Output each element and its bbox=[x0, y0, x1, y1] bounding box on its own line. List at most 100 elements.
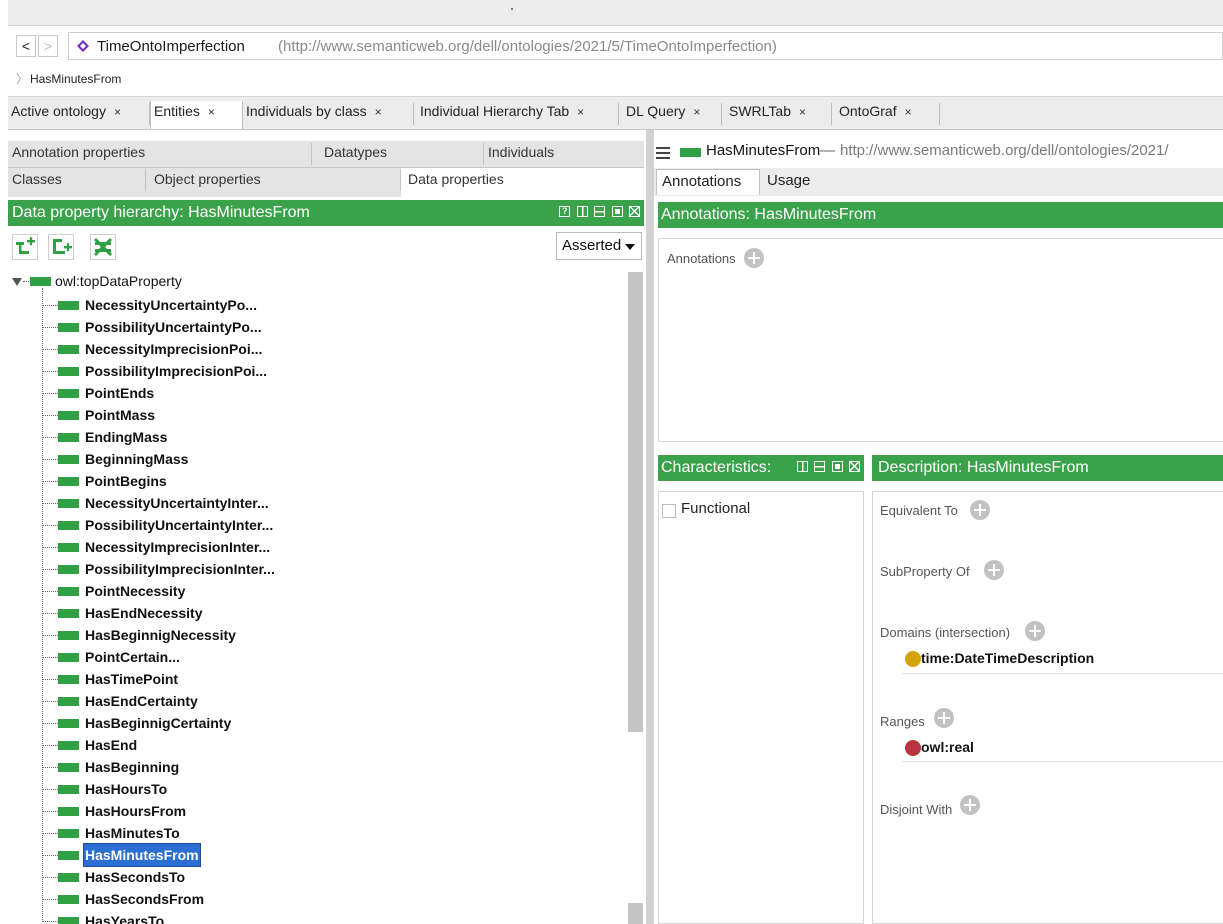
tree-item-label: HasMinutesFrom bbox=[83, 843, 201, 867]
breadcrumb[interactable]: 〉 HasMinutesFrom bbox=[16, 70, 121, 87]
add-sibling-property-icon[interactable] bbox=[48, 234, 74, 260]
expand-triangle-icon[interactable] bbox=[12, 278, 22, 287]
tab-swrltab[interactable]: SWRLTab × bbox=[728, 103, 806, 127]
data-property-icon bbox=[58, 850, 79, 860]
tree-item[interactable]: NecessityUncertaintyPo... bbox=[58, 294, 258, 316]
tree-item[interactable]: PossibilityUncertaintyInter... bbox=[58, 514, 274, 536]
tab-close-icon[interactable]: × bbox=[577, 105, 584, 119]
tree-item[interactable]: HasEndNecessity bbox=[58, 602, 204, 624]
help-icon[interactable]: ? bbox=[559, 206, 571, 217]
ontology-address-box[interactable]: TimeOntoImperfection (http://www.semanti… bbox=[68, 32, 1223, 60]
back-button[interactable]: < bbox=[16, 35, 36, 57]
tree-item[interactable]: HasYearsTo bbox=[58, 910, 165, 924]
tree-item[interactable]: HasHoursFrom bbox=[58, 800, 187, 822]
float-view-icon[interactable] bbox=[611, 206, 623, 217]
tree-item[interactable]: PointNecessity bbox=[58, 580, 186, 602]
tree-item[interactable]: PossibilityUncertaintyPo... bbox=[58, 316, 263, 338]
tree-item[interactable]: HasBeginnigNecessity bbox=[58, 624, 237, 646]
tree-item[interactable]: NecessityImprecisionPoi... bbox=[58, 338, 263, 360]
add-superproperty-icon[interactable] bbox=[984, 560, 1004, 580]
tree-item[interactable]: HasBeginnigCertainty bbox=[58, 712, 232, 734]
tab-label: Entities bbox=[154, 103, 200, 119]
menu-icon[interactable] bbox=[656, 147, 670, 162]
tree-item-label: HasBeginnigNecessity bbox=[85, 627, 236, 643]
functional-checkbox[interactable] bbox=[662, 504, 676, 518]
close-view-icon[interactable] bbox=[629, 206, 640, 217]
add-domain-icon[interactable] bbox=[1025, 621, 1045, 641]
add-disjoint-icon[interactable] bbox=[960, 795, 980, 815]
tree-item[interactable]: HasEnd bbox=[58, 734, 138, 756]
tree-scrollbar-lower-thumb[interactable] bbox=[628, 903, 643, 924]
tab-close-icon[interactable]: × bbox=[905, 105, 912, 119]
split-vertical-icon[interactable] bbox=[797, 461, 808, 472]
entity-iri: http://www.semanticweb.org/dell/ontologi… bbox=[840, 142, 1169, 159]
tab-object-properties[interactable]: Object properties bbox=[154, 171, 261, 193]
split-horizontal-icon[interactable] bbox=[594, 206, 606, 217]
tree-item[interactable]: NecessityImprecisionInter... bbox=[58, 536, 271, 558]
tree-item[interactable]: HasSecondsFrom bbox=[58, 888, 205, 910]
tab-individuals-by-class[interactable]: Individuals by class × bbox=[245, 103, 382, 127]
tab-individual-hierarchy[interactable]: Individual Hierarchy Tab × bbox=[419, 103, 584, 127]
tab-dl-query[interactable]: DL Query × bbox=[625, 103, 700, 127]
add-range-icon[interactable] bbox=[934, 708, 954, 728]
tree-item[interactable]: HasBeginning bbox=[58, 756, 180, 778]
tree-item[interactable]: PointEnds bbox=[58, 382, 155, 404]
ontology-icon bbox=[77, 40, 89, 52]
tab-ontograf[interactable]: OntoGraf × bbox=[838, 103, 912, 127]
add-equivalent-icon[interactable] bbox=[970, 500, 990, 520]
data-property-icon bbox=[58, 630, 79, 640]
annotations-label: Annotations bbox=[667, 251, 736, 266]
add-sub-property-icon[interactable] bbox=[12, 234, 38, 260]
entity-type-tabs: Annotation properties Datatypes Individu… bbox=[8, 141, 644, 197]
float-view-icon[interactable] bbox=[831, 461, 843, 472]
tree-item[interactable]: HasTimePoint bbox=[58, 668, 179, 690]
tab-close-icon[interactable]: × bbox=[799, 105, 806, 119]
split-vertical-icon[interactable] bbox=[576, 206, 588, 217]
add-annotation-icon[interactable] bbox=[744, 248, 764, 268]
tree-item[interactable]: HasMinutesFrom bbox=[58, 843, 201, 867]
pane-splitter[interactable] bbox=[646, 130, 654, 924]
annotation-usage-tabs: Annotations Usage bbox=[654, 168, 1223, 196]
tree-item[interactable]: EndingMass bbox=[58, 426, 168, 448]
data-property-icon bbox=[58, 322, 79, 332]
tree-root[interactable]: owl:topDataProperty bbox=[12, 273, 182, 293]
range-value: owl:real bbox=[921, 739, 974, 755]
tree-item-label: HasYearsTo bbox=[85, 913, 165, 924]
tab-entities[interactable]: Entities × bbox=[150, 101, 243, 129]
tree-item[interactable]: PossibilityImprecisionInter... bbox=[58, 558, 276, 580]
forward-button[interactable]: > bbox=[38, 35, 58, 57]
split-horizontal-icon[interactable] bbox=[814, 461, 826, 472]
tab-active-ontology[interactable]: Active ontology × bbox=[10, 103, 121, 127]
data-property-icon bbox=[58, 542, 79, 552]
tree-item[interactable]: HasMinutesTo bbox=[58, 822, 181, 844]
tab-usage[interactable]: Usage bbox=[762, 169, 815, 195]
functional-label: Functional bbox=[681, 500, 751, 517]
ontology-name: TimeOntoImperfection bbox=[97, 38, 245, 55]
tab-annotation-properties[interactable]: Annotation properties bbox=[12, 144, 145, 166]
tree-item-label: HasEnd bbox=[85, 737, 138, 753]
tab-data-properties[interactable]: Data properties bbox=[401, 168, 644, 197]
tab-close-icon[interactable]: × bbox=[375, 105, 382, 119]
tab-classes[interactable]: Classes bbox=[12, 171, 62, 193]
tree-scrollbar-thumb[interactable] bbox=[628, 272, 643, 732]
tree-item[interactable]: PointBegins bbox=[58, 470, 168, 492]
close-view-icon[interactable] bbox=[849, 461, 861, 472]
tree-item[interactable]: HasSecondsTo bbox=[58, 866, 186, 888]
tree-item-label: NecessityImprecisionPoi... bbox=[85, 341, 263, 357]
tree-item[interactable]: BeginningMass bbox=[58, 448, 189, 470]
tree-item[interactable]: PointMass bbox=[58, 404, 156, 426]
tab-annotations[interactable]: Annotations bbox=[656, 169, 760, 195]
tree-item[interactable]: PossibilityImprecisionPoi... bbox=[58, 360, 268, 382]
tab-close-icon[interactable]: × bbox=[114, 105, 121, 119]
tree-item[interactable]: PointCertain... bbox=[58, 646, 181, 668]
tree-item-label: NecessityUncertaintyInter... bbox=[85, 495, 269, 511]
tree-item[interactable]: HasEndCertainty bbox=[58, 690, 199, 712]
tab-close-icon[interactable]: × bbox=[693, 105, 700, 119]
tab-individuals[interactable]: Individuals bbox=[488, 144, 554, 166]
delete-property-icon[interactable] bbox=[90, 234, 116, 260]
asserted-inferred-dropdown[interactable]: Asserted bbox=[556, 232, 642, 260]
tree-item[interactable]: HasHoursTo bbox=[58, 778, 168, 800]
tab-close-icon[interactable]: × bbox=[208, 105, 215, 119]
tree-item[interactable]: NecessityUncertaintyInter... bbox=[58, 492, 270, 514]
tab-datatypes[interactable]: Datatypes bbox=[324, 144, 387, 166]
